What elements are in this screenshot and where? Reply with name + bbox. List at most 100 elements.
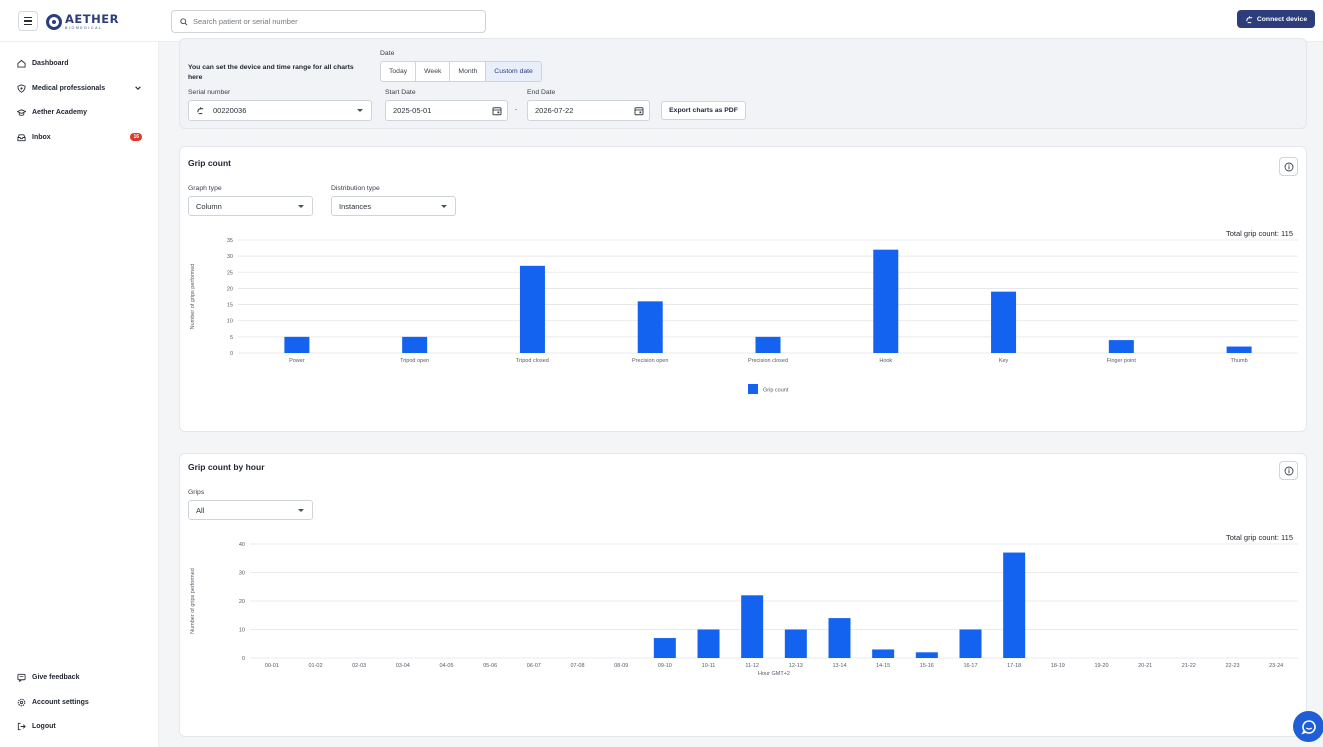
graph-type-select[interactable]: Column [188, 196, 313, 216]
bar [959, 629, 982, 658]
info-icon [1284, 466, 1293, 475]
search-box[interactable] [171, 10, 486, 33]
x-axis-label: Hour GMT+2 [758, 671, 790, 677]
start-date-value: 2025-05-01 [393, 106, 432, 115]
chevron-down-icon[interactable] [134, 84, 142, 92]
sidebar-item-give-feedback[interactable]: Give feedback [17, 670, 142, 684]
graduation-cap-icon [17, 108, 26, 116]
y-tick-label: 20 [239, 599, 245, 605]
home-icon [17, 59, 26, 68]
x-tick-label: 20-21 [1138, 663, 1152, 669]
menu-toggle-button[interactable] [18, 11, 38, 31]
bar [915, 652, 938, 658]
x-tick-label: Finger point [1107, 358, 1137, 364]
chat-icon [1300, 719, 1316, 734]
x-tick-label: 05-06 [483, 663, 497, 669]
date-range-separator: - [515, 106, 518, 113]
chat-support-button[interactable] [1293, 711, 1323, 742]
grips-value: All [196, 505, 205, 515]
legend-label: Grip count [763, 388, 789, 394]
x-tick-label: 22-23 [1225, 663, 1239, 669]
sidebar [0, 42, 159, 747]
sidebar-item-inbox[interactable]: Inbox 16 [17, 130, 142, 144]
x-tick-label: Tripod open [400, 358, 429, 364]
y-tick-label: 30 [239, 571, 245, 577]
y-tick-label: 10 [227, 319, 233, 325]
y-tick-label: 0 [230, 351, 233, 357]
serial-number-value: 00220036 [213, 106, 247, 115]
sidebar-item-label: Inbox [32, 133, 51, 141]
bar [755, 336, 781, 353]
date-option-today[interactable]: Today [381, 62, 417, 81]
sidebar-item-medical-professionals[interactable]: Medical professionals [17, 81, 142, 95]
bar [637, 301, 663, 353]
top-bar: AETHER BIOMEDICAL Connect device [0, 0, 1323, 42]
x-tick-label: 19-20 [1094, 663, 1108, 669]
bar [741, 595, 764, 658]
end-date-input[interactable]: 2026-07-22 [527, 100, 650, 121]
x-tick-label: 01-02 [308, 663, 322, 669]
x-tick-label: 12-13 [789, 663, 803, 669]
x-tick-label: Hook [879, 358, 892, 364]
distribution-type-label: Distribution type [331, 185, 380, 192]
date-option-month[interactable]: Month [450, 62, 487, 81]
calendar-icon[interactable] [634, 106, 644, 116]
grip-count-by-hour-info-button[interactable] [1279, 461, 1298, 480]
x-tick-label: Thumb [1231, 358, 1248, 364]
sidebar-item-label: Medical professionals [32, 84, 106, 92]
end-date-value: 2026-07-22 [535, 106, 574, 115]
sidebar-item-logout[interactable]: Logout [17, 719, 142, 733]
bar [1226, 346, 1252, 353]
search-icon [180, 17, 188, 26]
sidebar-item-dashboard[interactable]: Dashboard [17, 56, 142, 70]
grip-count-by-hour-title: Grip count by hour [188, 462, 265, 472]
x-tick-label: 11-12 [745, 663, 759, 669]
x-tick-label: 04-05 [439, 663, 453, 669]
bar [991, 291, 1017, 353]
x-tick-label: 17-18 [1007, 663, 1021, 669]
x-tick-label: 21-22 [1182, 663, 1196, 669]
export-charts-pdf-button[interactable]: Export charts as PDF [661, 101, 746, 120]
start-date-input[interactable]: 2025-05-01 [385, 100, 508, 121]
brand-logo[interactable]: AETHER BIOMEDICAL [46, 11, 119, 33]
x-tick-label: Tripod closed [516, 358, 549, 364]
logo-sub: BIOMEDICAL [65, 25, 103, 30]
bar [402, 336, 428, 353]
date-option-week[interactable]: Week [416, 62, 451, 81]
y-axis-label: Number of grips performed [190, 568, 196, 634]
serial-number-select[interactable]: 00220036 [188, 100, 372, 121]
sidebar-item-account-settings[interactable]: Account settings [17, 695, 142, 709]
sidebar-item-label: Dashboard [32, 59, 69, 67]
y-tick-label: 10 [239, 628, 245, 634]
connect-device-button[interactable]: Connect device [1237, 10, 1315, 28]
y-tick-label: 0 [242, 656, 245, 662]
inbox-count-badge: 16 [130, 133, 142, 141]
hand-icon [197, 107, 204, 115]
search-input[interactable] [193, 17, 473, 26]
grip-count-info-button[interactable] [1279, 157, 1298, 176]
grip-count-by-hour-chart: 0 10 20 30 40 Number of grips performed 00-01 0… [190, 542, 1298, 677]
dropdown-caret-icon [441, 205, 447, 208]
inbox-icon [17, 133, 26, 141]
x-tick-label: 13-14 [832, 663, 846, 669]
bar [828, 618, 851, 658]
x-tick-label: 18-19 [1051, 663, 1065, 669]
sidebar-item-aether-academy[interactable]: Aether Academy [17, 105, 142, 119]
x-tick-label: 16-17 [963, 663, 977, 669]
dropdown-caret-icon [298, 509, 304, 512]
calendar-icon[interactable] [492, 106, 502, 116]
date-range-selector: Today Week Month Custom date [380, 61, 542, 82]
distribution-type-select[interactable]: Instances [331, 196, 456, 216]
x-tick-label: Key [999, 358, 1009, 364]
logout-icon [17, 722, 26, 730]
logo-name: AETHER [65, 12, 119, 26]
grips-select[interactable]: All [188, 500, 313, 520]
bar [873, 249, 899, 353]
info-icon [1284, 162, 1293, 171]
legend-swatch [748, 384, 758, 394]
y-tick-label: 35 [227, 238, 233, 244]
x-tick-label: 10-11 [702, 663, 716, 669]
serial-number-label: Serial number [188, 89, 231, 96]
y-tick-label: 20 [227, 286, 233, 292]
date-option-custom[interactable]: Custom date [486, 62, 541, 81]
